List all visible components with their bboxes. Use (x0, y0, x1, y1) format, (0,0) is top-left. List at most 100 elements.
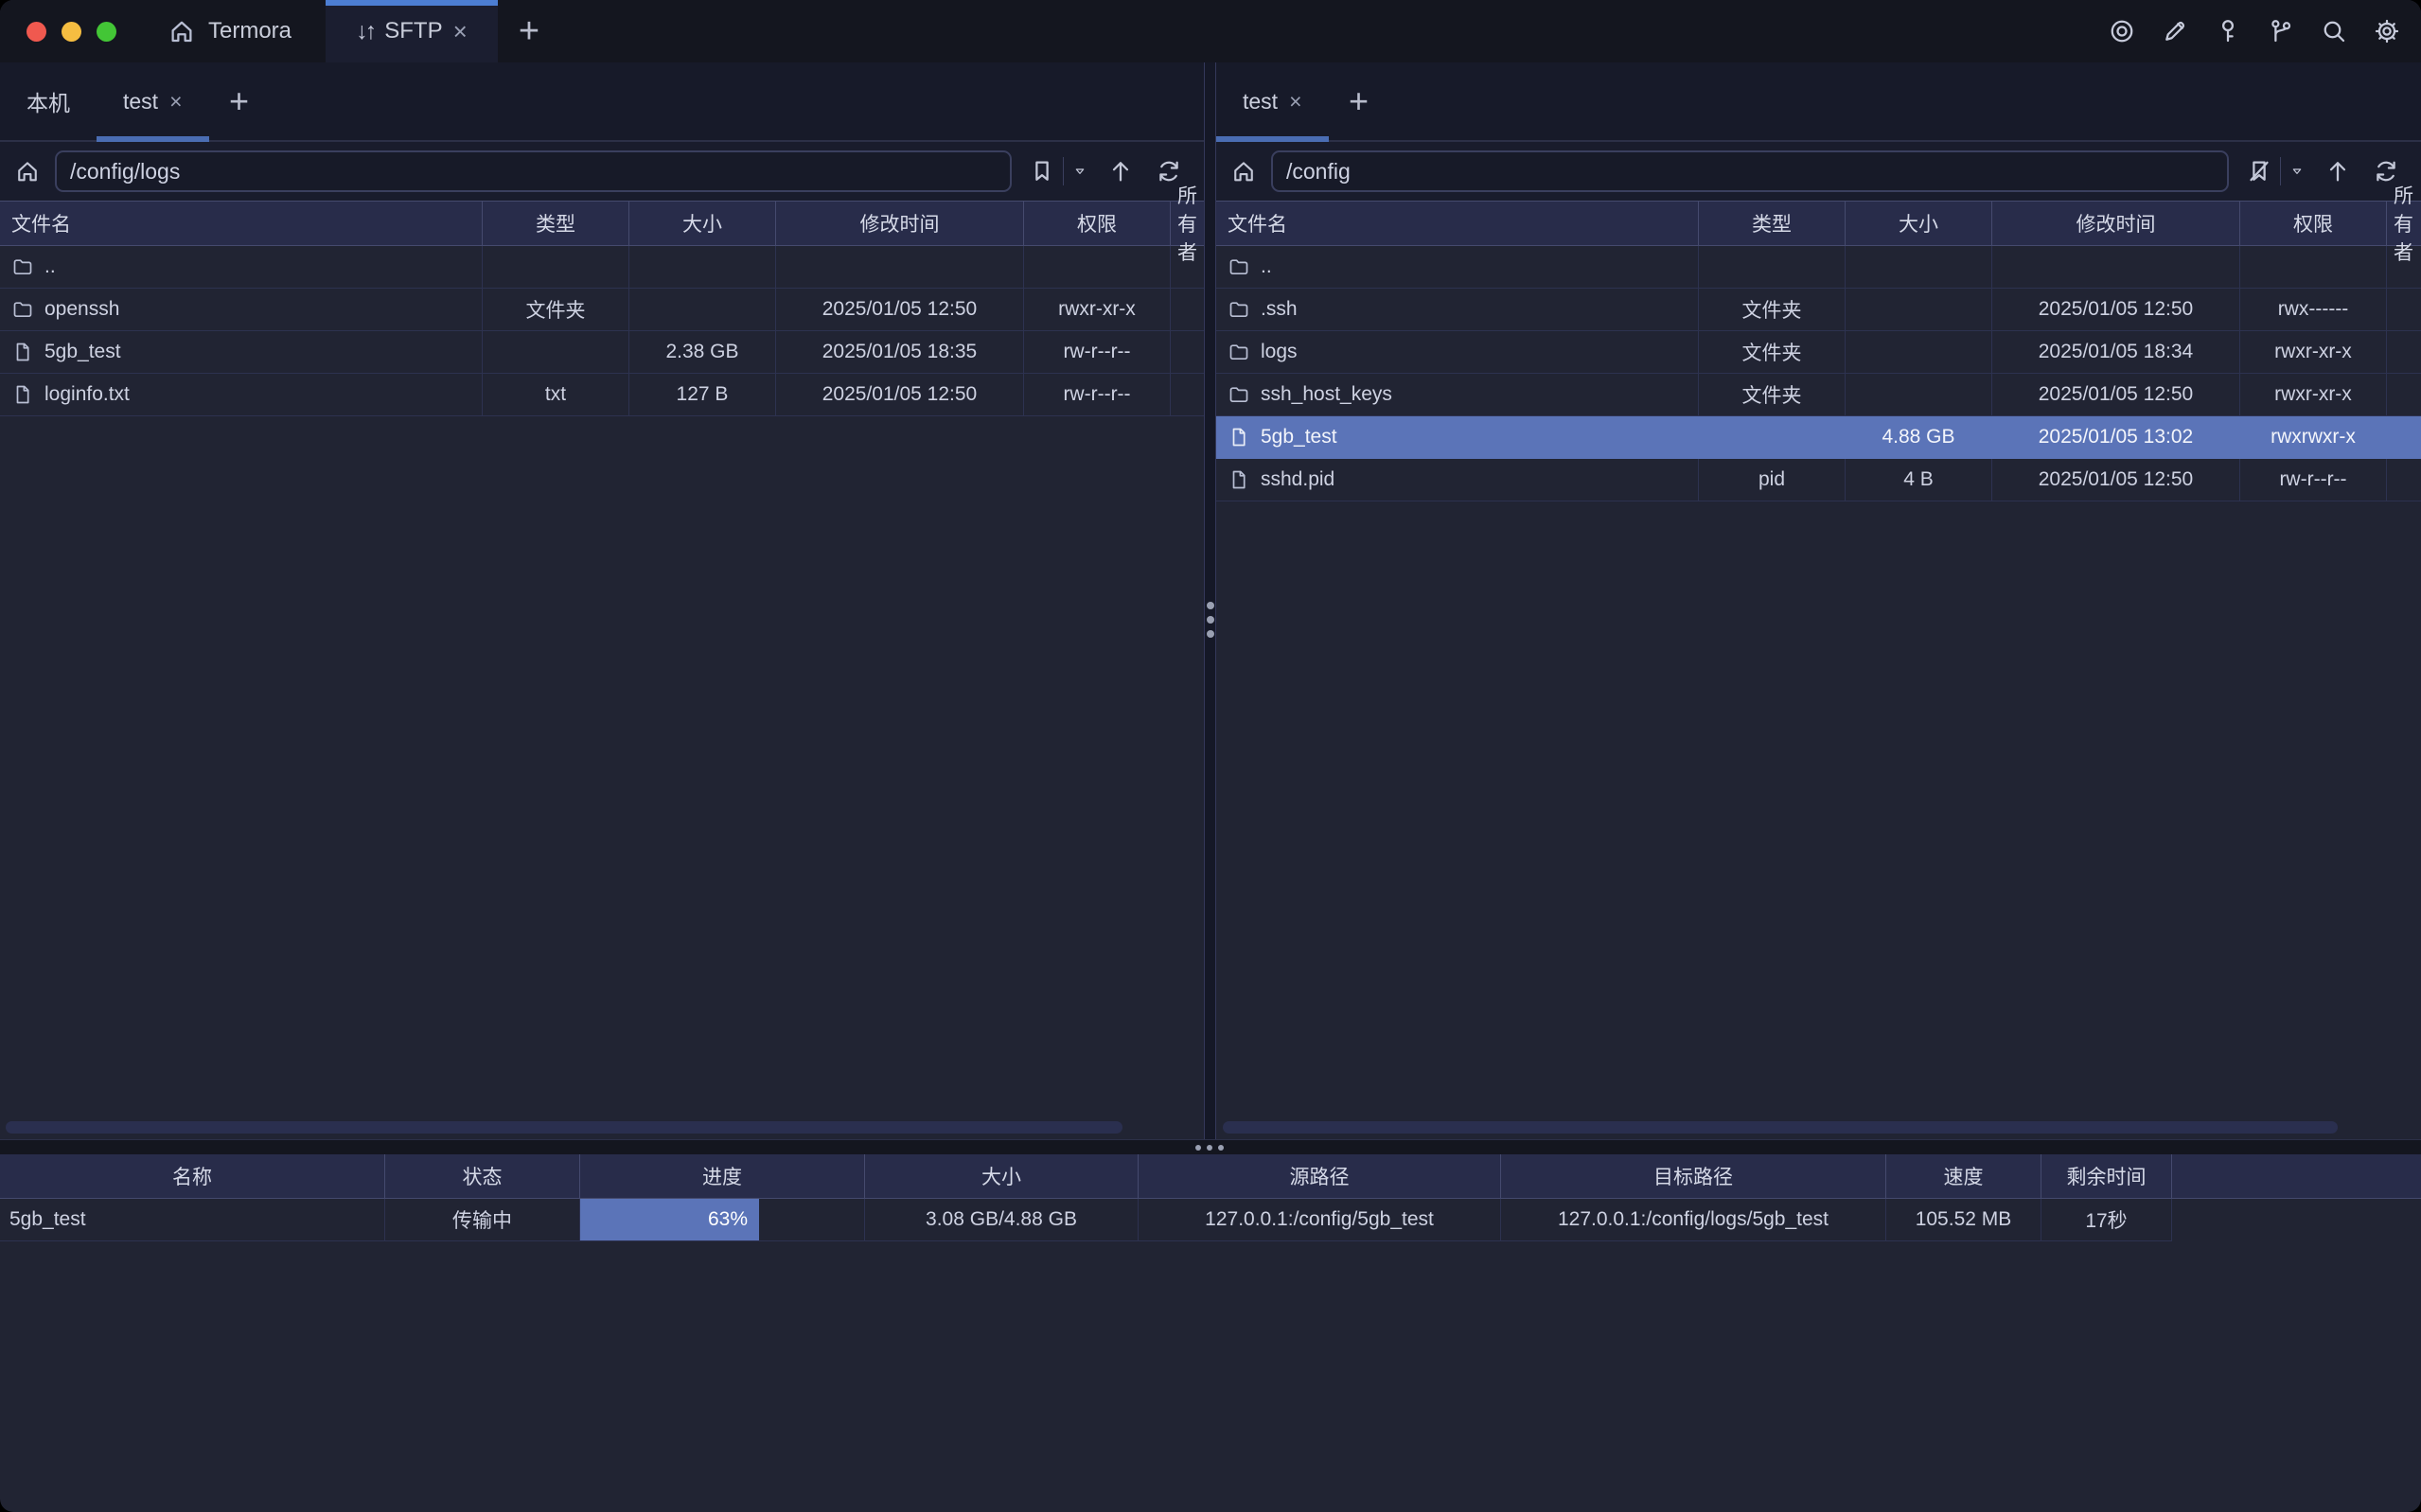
horizontal-scrollbar[interactable] (6, 1121, 1122, 1134)
column-header-speed[interactable]: 速度 (1886, 1154, 2041, 1198)
tab-sftp[interactable]: ↓↑ SFTP × (326, 0, 498, 62)
transfer-status: 传输中 (385, 1199, 580, 1241)
file-row[interactable]: .. (0, 246, 1204, 289)
file-row[interactable]: 5gb_test 2.38 GB 2025/01/05 18:35 rw-r--… (0, 331, 1204, 374)
column-header-permission[interactable]: 权限 (1024, 202, 1171, 245)
column-header-progress[interactable]: 进度 (580, 1154, 865, 1198)
home-icon[interactable] (1216, 158, 1271, 185)
file-name: openssh (44, 298, 119, 321)
file-row[interactable]: ssh_host_keys 文件夹 2025/01/05 12:50 rwxr-… (1216, 374, 2421, 416)
folder-icon (1228, 298, 1250, 321)
branch-icon[interactable] (2264, 14, 2298, 48)
right-path-value: /config (1286, 159, 1351, 185)
column-header-name[interactable]: 文件名 (1216, 202, 1699, 245)
key-icon[interactable] (2211, 14, 2245, 48)
folder-icon (1228, 383, 1250, 406)
column-header-size[interactable]: 大小 (1846, 202, 1992, 245)
file-row[interactable]: .ssh 文件夹 2025/01/05 12:50 rwx------ (1216, 289, 2421, 331)
transfer-name: 5gb_test (0, 1199, 385, 1241)
transfer-splitter[interactable] (0, 1139, 2421, 1154)
column-header-size[interactable]: 大小 (629, 202, 776, 245)
close-tab-icon[interactable]: × (453, 19, 468, 44)
file-name: 5gb_test (1261, 426, 1337, 448)
folder-icon (1228, 255, 1250, 278)
column-header-target[interactable]: 目标路径 (1501, 1154, 1886, 1198)
remote-pane: test × + /config 文件名 类型 大小 修改时间 权限 (1216, 62, 2421, 1139)
column-header-name[interactable]: 文件名 (0, 202, 483, 245)
tab-test-left[interactable]: test × (97, 62, 209, 140)
tab-termora[interactable]: Termora (143, 0, 316, 62)
termora-window: Termora ↓↑ SFTP × + 本机 test × + (0, 0, 2421, 1512)
search-icon[interactable] (2317, 14, 2351, 48)
transfer-table: 名称 状态 进度 大小 源路径 目标路径 速度 剩余时间 5gb_test 传输… (0, 1154, 2421, 1241)
close-window-button[interactable] (27, 22, 46, 42)
column-header-modified[interactable]: 修改时间 (776, 202, 1024, 245)
tab-test-right[interactable]: test × (1216, 62, 1329, 140)
file-row-selected[interactable]: 5gb_test 4.88 GB 2025/01/05 13:02 rwxrwx… (1216, 416, 2421, 459)
file-icon (11, 341, 34, 363)
left-pathbar: /config/logs (0, 142, 1204, 201)
file-name: ssh_host_keys (1261, 383, 1392, 406)
file-icon (1228, 426, 1250, 448)
right-pane-tabs: test × + (1216, 62, 2421, 142)
column-header-owner[interactable]: 所有者 (2387, 202, 2421, 245)
left-path-input[interactable]: /config/logs (55, 150, 1012, 192)
file-row[interactable]: logs 文件夹 2025/01/05 18:34 rwxr-xr-x (1216, 331, 2421, 374)
sftp-transfer-icon: ↓↑ (356, 18, 374, 45)
column-header-filler (2172, 1154, 2421, 1198)
bookmark-icon[interactable] (1021, 152, 1063, 190)
minimize-window-button[interactable] (62, 22, 81, 42)
dropdown-caret-icon[interactable] (2281, 152, 2313, 190)
right-pathbar: /config (1216, 142, 2421, 201)
column-header-modified[interactable]: 修改时间 (1992, 202, 2240, 245)
file-icon (1228, 468, 1250, 491)
column-header-size[interactable]: 大小 (865, 1154, 1139, 1198)
bookmark-off-icon[interactable] (2238, 152, 2280, 190)
file-name: logs (1261, 341, 1298, 363)
column-header-owner[interactable]: 所有者 (1171, 202, 1204, 245)
close-tab-icon[interactable]: × (1289, 91, 1301, 113)
column-header-permission[interactable]: 权限 (2240, 202, 2387, 245)
column-header-remaining[interactable]: 剩余时间 (2041, 1154, 2172, 1198)
folder-icon (1228, 341, 1250, 363)
file-name: .. (1261, 255, 1272, 278)
file-row[interactable]: sshd.pid pid 4 B 2025/01/05 12:50 rw-r--… (1216, 459, 2421, 501)
record-icon[interactable] (2105, 14, 2139, 48)
up-directory-icon[interactable] (1096, 152, 1145, 190)
right-table-header: 文件名 类型 大小 修改时间 权限 所有者 (1216, 201, 2421, 246)
column-header-source[interactable]: 源路径 (1139, 1154, 1501, 1198)
edit-icon[interactable] (2158, 14, 2192, 48)
close-tab-icon[interactable]: × (169, 91, 182, 113)
file-row[interactable]: .. (1216, 246, 2421, 289)
home-icon[interactable] (0, 158, 55, 185)
column-header-name[interactable]: 名称 (0, 1154, 385, 1198)
right-path-input[interactable]: /config (1271, 150, 2229, 192)
transfer-remaining-time: 17秒 (2041, 1199, 2172, 1241)
progress-bar: 63% (580, 1199, 759, 1240)
titlebar-toolbar (2105, 0, 2421, 62)
settings-icon[interactable] (2370, 14, 2404, 48)
file-name: .ssh (1261, 298, 1298, 321)
file-name: sshd.pid (1261, 468, 1334, 491)
maximize-window-button[interactable] (97, 22, 116, 42)
column-header-status[interactable]: 状态 (385, 1154, 580, 1198)
home-icon (168, 17, 196, 45)
tab-termora-label: Termora (208, 18, 292, 44)
horizontal-scrollbar[interactable] (1223, 1121, 2338, 1134)
add-pane-tab-button[interactable]: + (209, 62, 270, 140)
column-header-type[interactable]: 类型 (1699, 202, 1846, 245)
left-path-value: /config/logs (70, 159, 180, 185)
dropdown-caret-icon[interactable] (1064, 152, 1096, 190)
tab-test-label: test (123, 89, 158, 114)
column-header-type[interactable]: 类型 (483, 202, 629, 245)
file-row[interactable]: openssh 文件夹 2025/01/05 12:50 rwxr-xr-x (0, 289, 1204, 331)
file-row[interactable]: loginfo.txt txt 127 B 2025/01/05 12:50 r… (0, 374, 1204, 416)
tab-test-label: test (1243, 89, 1278, 114)
pane-splitter[interactable] (1204, 62, 1216, 1139)
transfer-row[interactable]: 5gb_test 传输中 63% 3.08 GB/4.88 GB 127.0.0… (0, 1199, 2421, 1241)
transfer-speed: 105.52 MB (1886, 1199, 2041, 1241)
new-tab-button[interactable]: + (498, 0, 560, 62)
add-pane-tab-button[interactable]: + (1329, 62, 1389, 140)
tab-local[interactable]: 本机 (0, 62, 97, 140)
up-directory-icon[interactable] (2313, 152, 2362, 190)
